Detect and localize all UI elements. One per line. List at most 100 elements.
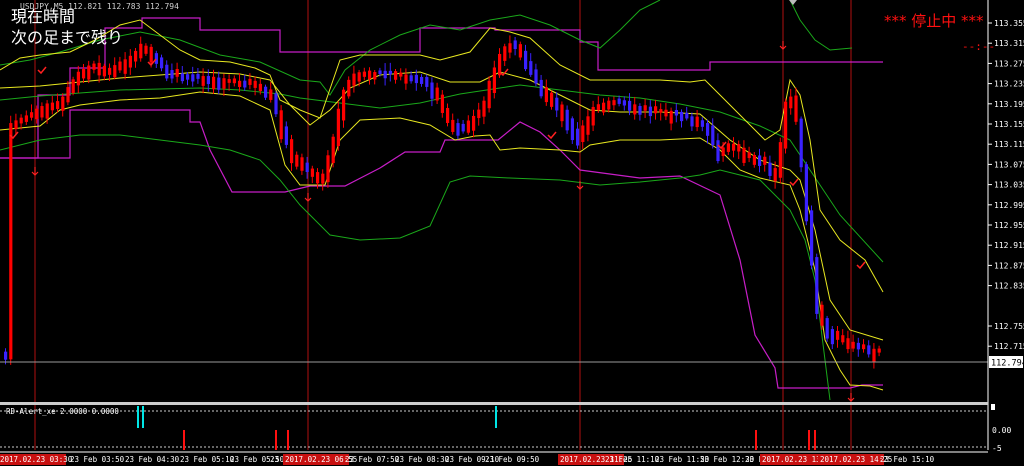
price-tick-label: 113.075 bbox=[994, 160, 1024, 169]
candle-body bbox=[191, 74, 195, 82]
candle-body bbox=[113, 65, 117, 78]
candle-body bbox=[711, 125, 715, 146]
time-tick-label: 23 Feb 04:30 bbox=[125, 455, 180, 464]
candle-body bbox=[773, 168, 777, 182]
candle-body bbox=[446, 108, 450, 124]
candle-body bbox=[212, 76, 216, 90]
candle-body bbox=[555, 97, 559, 111]
candle-body bbox=[154, 53, 158, 64]
candle-body bbox=[726, 143, 730, 152]
candle-body bbox=[71, 79, 75, 93]
candle-body bbox=[737, 144, 741, 152]
candle-body bbox=[284, 126, 288, 145]
candle-body bbox=[56, 101, 60, 109]
candle-body bbox=[420, 76, 424, 84]
candle-body bbox=[836, 330, 840, 340]
candle-body bbox=[134, 50, 138, 62]
candle-body bbox=[815, 257, 819, 314]
candle-body bbox=[789, 96, 793, 109]
candle-body bbox=[14, 120, 18, 130]
candle-body bbox=[430, 82, 434, 99]
candle-body bbox=[482, 100, 486, 117]
candle-body bbox=[290, 139, 294, 164]
candle-body bbox=[851, 341, 855, 349]
candle-body bbox=[316, 172, 320, 184]
candle-body bbox=[149, 46, 153, 63]
candle-body bbox=[778, 142, 782, 178]
candle-body bbox=[165, 64, 169, 79]
candle-body bbox=[742, 147, 746, 163]
candle-body bbox=[238, 80, 242, 87]
subwindow-tick-zero: 0.00 bbox=[992, 426, 1011, 435]
candle-body bbox=[253, 80, 257, 88]
candle-body bbox=[466, 120, 470, 133]
candle-body bbox=[503, 46, 507, 61]
candle-body bbox=[196, 73, 200, 79]
candle-body bbox=[659, 109, 663, 113]
candle-body bbox=[591, 106, 595, 126]
candle-body bbox=[76, 71, 80, 86]
candle-body bbox=[524, 50, 528, 70]
price-tick-label: 112.715 bbox=[994, 342, 1024, 351]
time-tick-label: 23 Feb 11:10 bbox=[605, 455, 660, 464]
candle-body bbox=[508, 43, 512, 53]
price-tick-label: 112.875 bbox=[994, 261, 1024, 270]
candle-body bbox=[633, 104, 637, 115]
cyan-signal-bar bbox=[495, 406, 497, 428]
candle-body bbox=[690, 116, 694, 127]
cyan-signal-bar bbox=[137, 406, 139, 428]
price-tick-label: 113.235 bbox=[994, 80, 1024, 89]
time-tick-label: 23 Feb 15:10 bbox=[880, 455, 935, 464]
time-axis: 2017.02.23 03:3023 Feb 03:50 23 Feb 04:30… bbox=[0, 454, 935, 465]
candle-body bbox=[123, 59, 127, 74]
candle-body bbox=[747, 152, 751, 159]
candle-body bbox=[794, 95, 798, 122]
candle-body bbox=[674, 110, 678, 116]
candle-body bbox=[752, 154, 756, 165]
candle-body bbox=[87, 65, 91, 80]
candle-body bbox=[388, 70, 392, 75]
candle-body bbox=[206, 76, 210, 85]
candle-body bbox=[654, 106, 658, 114]
price-chart[interactable]: 113.355 113.315 113.275 113.235 113.195 113.1… bbox=[0, 0, 1024, 466]
candle-body bbox=[201, 76, 205, 86]
candle-body bbox=[102, 65, 106, 77]
candle-body bbox=[175, 69, 179, 77]
candle-body bbox=[399, 72, 403, 77]
red-signal-bar bbox=[755, 430, 757, 450]
candle-body bbox=[461, 123, 465, 132]
candle-body bbox=[695, 116, 699, 128]
candle-body bbox=[628, 100, 632, 111]
price-tick-label: 113.275 bbox=[994, 59, 1024, 68]
price-tick-label: 113.195 bbox=[994, 100, 1024, 109]
candle-body bbox=[664, 109, 668, 117]
candle-body bbox=[529, 61, 533, 75]
candle-body bbox=[352, 73, 356, 86]
price-tick-label: 112.755 bbox=[994, 322, 1024, 331]
candle-body bbox=[451, 119, 455, 132]
current-time-label: 現在時間 bbox=[11, 7, 75, 26]
candle-body bbox=[513, 40, 517, 49]
candle-body bbox=[61, 96, 65, 111]
candle-body bbox=[321, 173, 325, 184]
candle-body bbox=[336, 108, 340, 147]
subwindow-tick-neg: -5 bbox=[992, 444, 1002, 453]
candle-body bbox=[680, 111, 684, 122]
candle-body bbox=[186, 74, 190, 80]
price-tick-label: 113.155 bbox=[994, 120, 1024, 129]
current-price-label: 112.794 bbox=[991, 359, 1024, 369]
time-tick-label: 23 Feb 03:50 bbox=[70, 455, 125, 464]
candle-body bbox=[50, 102, 54, 111]
price-tick-label: 112.955 bbox=[994, 221, 1024, 230]
candle-body bbox=[342, 89, 346, 121]
candle-body bbox=[607, 100, 611, 110]
candle-body bbox=[830, 329, 834, 345]
red-signal-bar bbox=[808, 430, 810, 450]
candle-body bbox=[118, 61, 122, 71]
candle-body bbox=[24, 115, 28, 122]
candle-body bbox=[97, 62, 101, 76]
candle-body bbox=[706, 123, 710, 136]
candle-body bbox=[295, 154, 299, 167]
candle-body bbox=[846, 338, 850, 350]
candle-body bbox=[305, 162, 309, 172]
